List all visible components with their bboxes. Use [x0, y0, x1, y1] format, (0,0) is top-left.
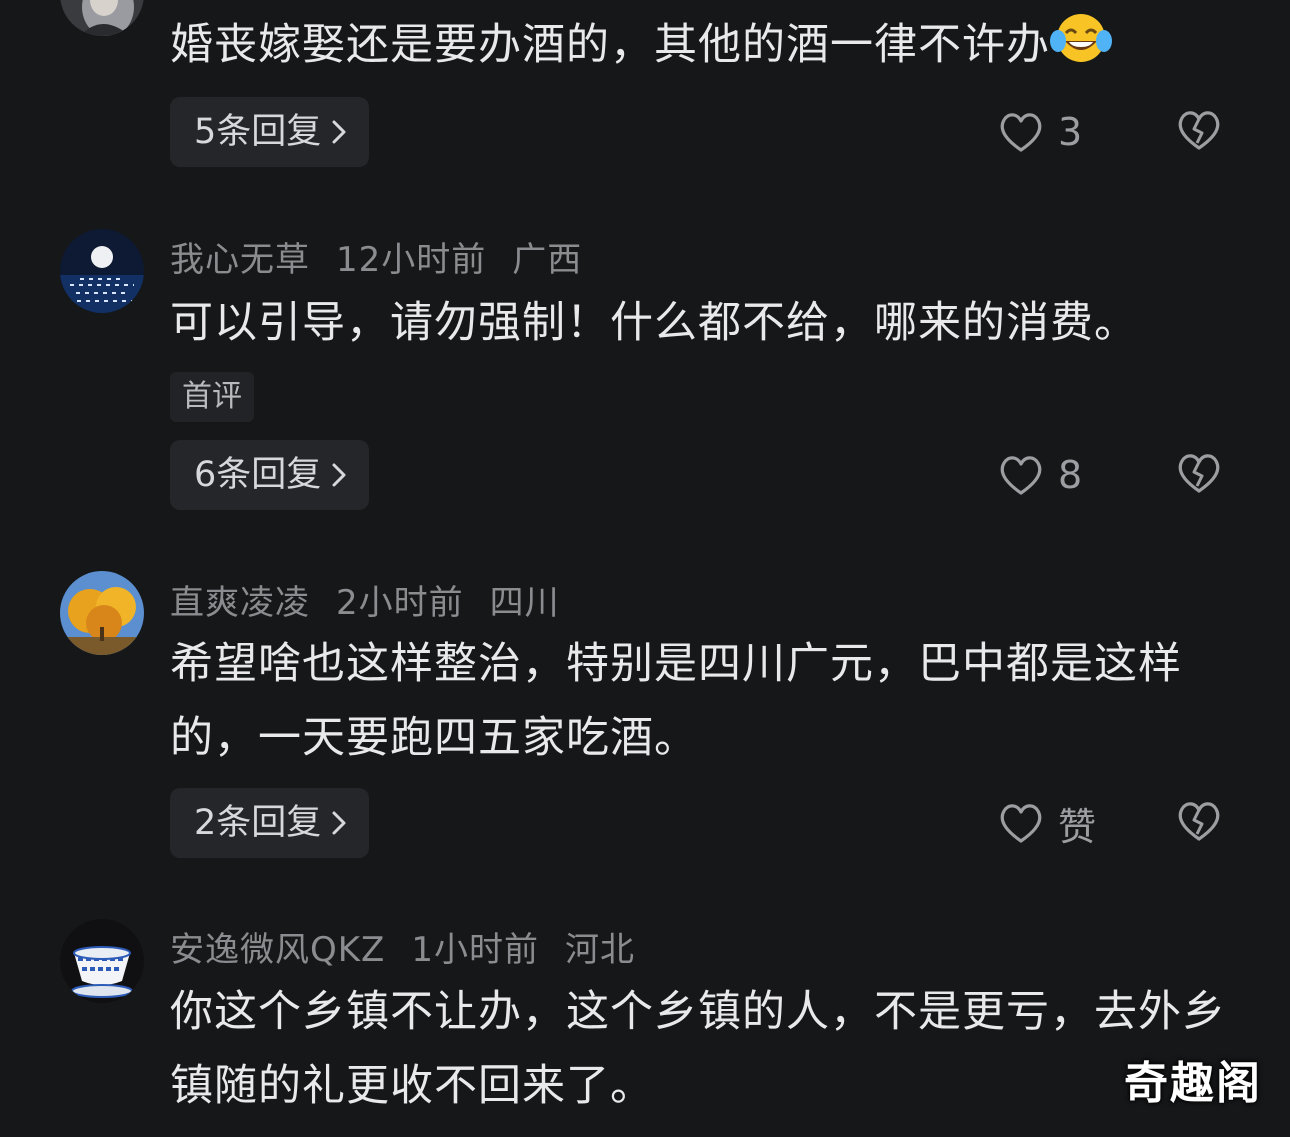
avatar[interactable] [60, 571, 144, 655]
like-count: 8 [1058, 453, 1083, 497]
like-button[interactable]: 3 [998, 97, 1082, 167]
replies-label: 2条回复 [194, 803, 322, 843]
first-comment-badge: 首评 [170, 372, 254, 422]
comment-meta: 直爽凌凌 2小时前 四川 [170, 575, 586, 624]
avatar[interactable] [60, 0, 144, 36]
username[interactable]: 安逸微风QKZ [170, 930, 385, 970]
comment-text: 你这个乡镇不让办，这个乡镇的人，不是更亏，去外乡镇随的礼更收不回来了。 [170, 987, 1226, 1111]
replies-label: 6条回复 [194, 455, 322, 495]
location: 河北 [565, 930, 635, 970]
comment-meta: 安逸微风QKZ 1小时前 河北 [170, 922, 661, 971]
broken-heart-icon [1176, 109, 1222, 155]
chevron-right-icon [331, 810, 347, 836]
tears-of-joy-emoji [1050, 11, 1112, 88]
comment-text: 希望啥也这样整治，特别是四川广元，巴中都是这样的，一天要跑四五家吃酒。 [170, 639, 1182, 763]
dislike-button[interactable] [1176, 440, 1222, 510]
like-count: 3 [1058, 110, 1083, 154]
like-count: 赞 [1058, 804, 1097, 849]
dislike-button[interactable] [1176, 97, 1222, 167]
timestamp: 12小时前 [336, 240, 487, 280]
username[interactable]: 直爽凌凌 [170, 583, 310, 623]
broken-heart-icon [1176, 452, 1222, 498]
avatar[interactable] [60, 919, 144, 1003]
comment-meta: 我心无草 12小时前 广西 [170, 232, 608, 281]
broken-heart-icon [1176, 800, 1222, 846]
like-button[interactable]: 赞 [998, 788, 1096, 858]
location: 四川 [489, 583, 560, 623]
heart-outline-icon [998, 454, 1044, 496]
comment-text: 婚丧嫁娶还是要办酒的，其他的酒一律不许办 [170, 8, 1240, 88]
view-replies-button[interactable]: 5条回复 [170, 97, 370, 167]
heart-outline-icon [998, 802, 1044, 844]
comment-text: 可以引导，请勿强制！什么都不给，哪来的消费。 [170, 298, 1138, 348]
chevron-right-icon [331, 119, 347, 145]
location: 广西 [512, 240, 583, 280]
like-button[interactable]: 8 [998, 440, 1082, 510]
heart-outline-icon [998, 111, 1044, 153]
username[interactable]: 我心无草 [170, 240, 310, 280]
view-replies-button[interactable]: 2条回复 [170, 788, 370, 858]
avatar[interactable] [60, 229, 144, 313]
timestamp: 2小时前 [336, 583, 464, 623]
replies-label: 5条回复 [194, 112, 322, 152]
dislike-button[interactable] [1176, 788, 1222, 858]
watermark: 奇趣阁 [1124, 1058, 1262, 1109]
timestamp: 1小时前 [411, 930, 539, 970]
chevron-right-icon [331, 462, 347, 488]
view-replies-button[interactable]: 6条回复 [170, 440, 370, 510]
